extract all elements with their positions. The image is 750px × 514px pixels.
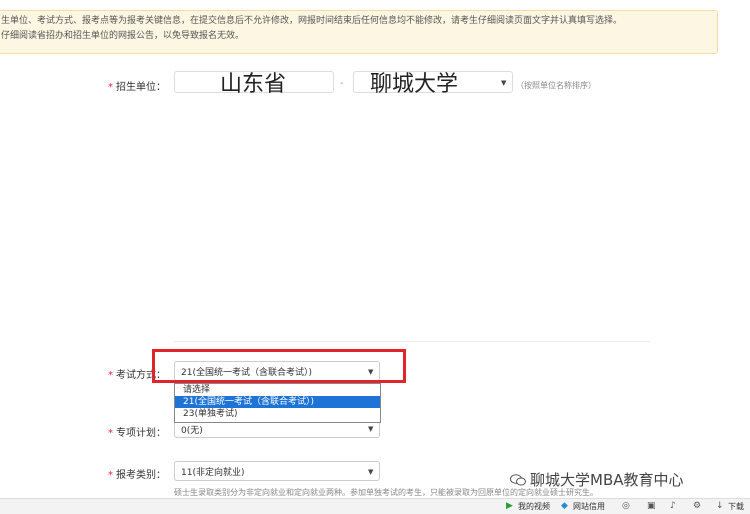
screenshot-icon[interactable]: ▣ <box>647 501 656 511</box>
shield-icon: ◆ <box>561 501 568 511</box>
section-divider <box>174 341 650 342</box>
chevron-down-icon: ▼ <box>368 468 374 476</box>
chevron-down-icon: ▼ <box>501 79 507 87</box>
unit-hint: （按照单位名称排序） <box>516 81 596 90</box>
browser-statusbar: ▶ 我的视频 ◆ 网站信用 ◎ ▣ ♪ ⚙ ↓ 下载 <box>0 498 750 514</box>
required-mark: * <box>108 82 113 93</box>
unit-separator: - <box>340 78 344 89</box>
exam-option-selected[interactable]: 21(全国统一考试（含联合考试）) <box>175 396 380 408</box>
plan-label: * 专项计划： <box>108 428 166 439</box>
highlight-box <box>152 349 406 383</box>
chevron-down-icon: ▼ <box>368 425 374 433</box>
province-value: 山东省 <box>220 72 287 97</box>
unit-label: * 招生单位： <box>108 82 166 93</box>
net-trust-link[interactable]: 网站信用 <box>573 501 605 512</box>
security-icon[interactable]: ◎ <box>622 501 630 511</box>
notice-line-1: 生单位、考试方式、报考点等为报考关键信息，在提交信息后不允许修改，网报时间结束后… <box>1 16 623 26</box>
sound-icon[interactable]: ♪ <box>670 501 676 511</box>
notice-line-2: 仔细阅读省招办和招生单位的网报公告，以免导致报名无效。 <box>1 31 245 41</box>
province-select[interactable]: 山东省 <box>174 71 334 97</box>
my-video-link[interactable]: 我的视频 <box>518 501 550 512</box>
exam-dropdown-list[interactable]: 请选择 21(全国统一考试（含联合考试）) 23(单独考试) <box>174 383 381 423</box>
category-select[interactable]: 11(非定向就业) ▼ <box>174 461 380 481</box>
exam-option[interactable]: 请选择 <box>175 384 380 396</box>
download-link[interactable]: 下载 <box>728 501 744 512</box>
school-select[interactable]: 聊城大学 ▼ <box>353 71 513 97</box>
download-icon[interactable]: ↓ <box>716 501 724 511</box>
category-label: * 报考类别： <box>108 470 166 481</box>
wechat-icon <box>510 474 526 486</box>
video-icon: ▶ <box>506 501 513 511</box>
watermark-text: 聊城大学MBA教育中心 <box>530 471 684 489</box>
school-value: 聊城大学 <box>370 72 459 97</box>
plan-value: 0(无) <box>181 426 203 436</box>
category-value: 11(非定向就业) <box>181 468 245 478</box>
notice-banner: 生单位、考试方式、报考点等为报考关键信息，在提交信息后不允许修改，网报时间结束后… <box>0 10 718 54</box>
settings-icon[interactable]: ⚙ <box>693 501 701 511</box>
exam-option[interactable]: 23(单独考试) <box>175 408 380 420</box>
